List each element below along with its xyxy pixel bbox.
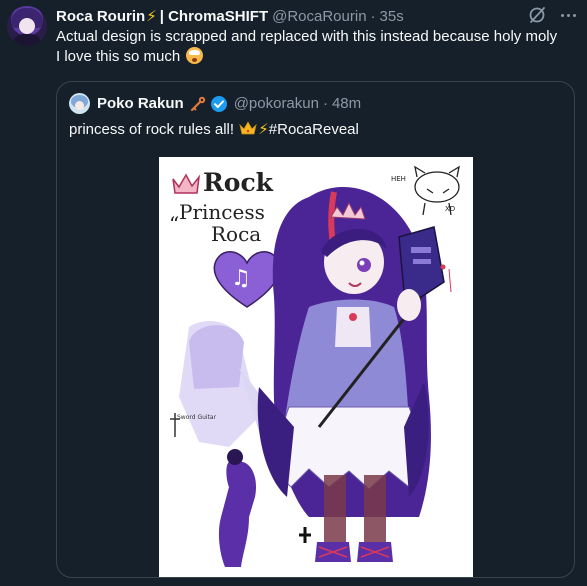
art-title-rock: Rock: [203, 168, 274, 197]
author-org[interactable]: | ChromaSHIFT: [160, 8, 268, 25]
art-quote-mark: “: [169, 212, 179, 236]
author-handle[interactable]: @RocaRourin: [272, 8, 366, 25]
artwork-image[interactable]: Rock Princess Roca “ ♫ Sword Guitar HEH …: [159, 157, 473, 577]
post-text: Actual design is scrapped and replaced w…: [56, 27, 581, 67]
post-text-line2-wrap: I love this so much: [56, 47, 581, 67]
doodle-label-heh: HEH: [391, 175, 406, 183]
post-timestamp[interactable]: 35s: [380, 8, 404, 25]
quoted-author-avatar[interactable]: [69, 93, 90, 114]
separator: ·: [322, 95, 328, 112]
quoted-post-text: princess of rock rules all! ⚡#RocaReveal: [69, 120, 359, 140]
quoted-post-timestamp[interactable]: 48m: [332, 95, 361, 112]
author-avatar[interactable]: [7, 6, 47, 46]
bolt-emoji: ⚡: [146, 8, 157, 25]
author-name[interactable]: Roca Rourin: [56, 8, 145, 25]
post-header: Roca Rourin ⚡ | ChromaSHIFT @RocaRourin …: [56, 6, 404, 26]
art-title-princess: Princess: [179, 200, 265, 224]
verified-badge-icon: [210, 95, 227, 112]
quoted-text-body: princess of rock rules all!: [69, 121, 235, 138]
bolt-emoji: ⚡: [258, 121, 269, 138]
key-icon: [190, 96, 205, 111]
sword-guitar-label: Sword Guitar: [177, 414, 217, 421]
separator: ·: [370, 7, 376, 25]
svg-text:♫: ♫: [231, 266, 251, 291]
artwork-illustration: Rock Princess Roca “ ♫ Sword Guitar HEH …: [169, 165, 460, 567]
doodle-label-xd: XD: [445, 205, 455, 213]
more-icon[interactable]: [558, 8, 578, 22]
art-title-roca: Roca: [211, 222, 261, 246]
post-text-line2: I love this so much: [56, 48, 181, 65]
hashtag-link[interactable]: #RocaReveal: [269, 121, 359, 138]
exploding-head-emoji: [186, 47, 204, 64]
crown-emoji-icon: [239, 121, 257, 135]
grok-icon[interactable]: [527, 5, 547, 25]
quoted-post[interactable]: Poko Rakun @pokorakun · 48m princess of …: [56, 81, 575, 578]
quoted-author-handle[interactable]: @pokorakun: [234, 95, 319, 112]
quoted-author-name[interactable]: Poko Rakun: [97, 95, 184, 112]
post-text-line1: Actual design is scrapped and replaced w…: [56, 28, 558, 45]
quoted-post-header: Poko Rakun @pokorakun · 48m: [97, 93, 361, 114]
post[interactable]: Roca Rourin ⚡ | ChromaSHIFT @RocaRourin …: [0, 0, 587, 586]
